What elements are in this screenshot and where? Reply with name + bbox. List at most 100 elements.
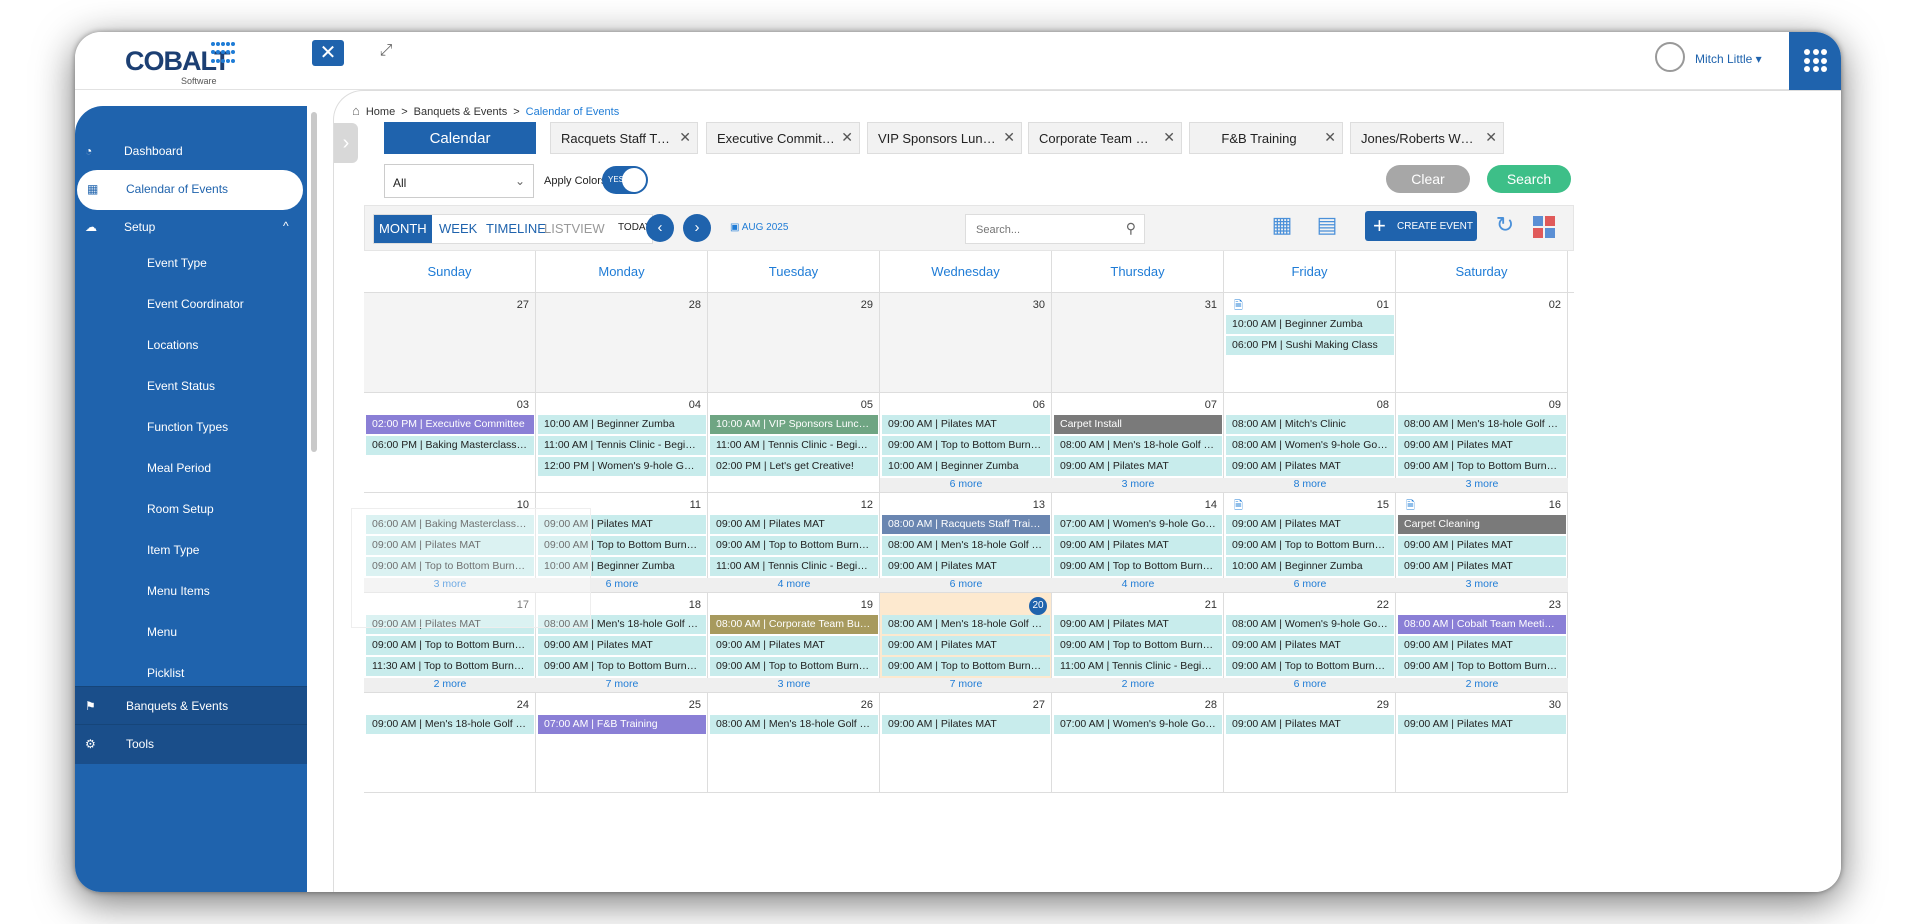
day-number[interactable]: 08: [1377, 399, 1389, 411]
sidebar-item-banquets-events[interactable]: ⚑ Banquets & Events: [75, 686, 307, 724]
more-events-link[interactable]: 6 more: [1224, 578, 1396, 592]
calendar-event[interactable]: 09:00 AM | Pilates MAT: [1226, 715, 1394, 734]
sidebar-item-menu-items[interactable]: Menu Items: [75, 572, 307, 612]
day-cell[interactable]: 04 10:00 AM | Beginner Zumba 11:00 AM | Te…: [536, 393, 708, 493]
calendar-event[interactable]: 09:00 AM | Pilates MAT: [1226, 515, 1394, 534]
day-number[interactable]: 25: [689, 699, 701, 711]
calendar-event[interactable]: 09:00 AM | Top to Bottom Burnout: [1226, 657, 1394, 676]
view-listview[interactable]: LISTVIEW: [544, 221, 605, 236]
calendar-event[interactable]: 09:00 AM | Top to Bottom Burnout: [882, 657, 1050, 676]
day-cell[interactable]: 06 09:00 AM | Pilates MAT 09:00 AM | Top t…: [880, 393, 1052, 493]
calendar-event[interactable]: 10:00 AM | Beginner Zumba: [882, 457, 1050, 476]
tab-calendar[interactable]: Calendar: [384, 122, 536, 154]
tab-fb-training[interactable]: F&B Training ✕: [1189, 122, 1343, 154]
sidebar-item-locations[interactable]: Locations: [75, 326, 307, 366]
more-events-link[interactable]: 6 more: [880, 578, 1052, 592]
more-events-link[interactable]: 4 more: [708, 578, 880, 592]
sidebar-item-item-type[interactable]: Item Type: [75, 531, 307, 571]
document-icon[interactable]: 🗎: [1406, 497, 1415, 516]
calendar-event[interactable]: 09:00 AM | Pilates MAT: [1226, 457, 1394, 476]
calendar-search[interactable]: ⚲: [965, 214, 1145, 244]
more-events-link[interactable]: 3 more: [1052, 478, 1224, 492]
day-number[interactable]: 10: [517, 499, 529, 511]
day-number[interactable]: 15: [1377, 499, 1389, 511]
sidebar-item-calendar-of-events[interactable]: ▦ Calendar of Events: [77, 170, 303, 210]
day-cell[interactable]: 28: [536, 293, 708, 393]
day-cell[interactable]: 26 08:00 AM | Men's 18-hole Golf To...: [708, 693, 880, 793]
calendar-event[interactable]: 02:00 PM | Executive Committee: [366, 415, 534, 434]
calendar-event[interactable]: 09:00 AM | Top to Bottom Burnout: [1398, 657, 1566, 676]
calendar-event[interactable]: 11:00 AM | Tennis Clinic - Beginn...: [1054, 657, 1222, 676]
calendar-event[interactable]: Carpet Cleaning: [1398, 515, 1566, 534]
calendar-event[interactable]: 08:00 AM | Men's 18-hole Golf To...: [1398, 415, 1566, 434]
day-number[interactable]: 27: [1033, 699, 1045, 711]
close-icon[interactable]: ✕: [1163, 129, 1175, 146]
day-cell[interactable]: 10 06:00 AM | Baking Masterclass S... 09:0…: [364, 493, 536, 593]
document-icon[interactable]: 🗎: [1234, 297, 1243, 316]
calendar-event[interactable]: 11:00 AM | Tennis Clinic - Beginn...: [710, 436, 878, 455]
tab-executive-committee[interactable]: Executive Committee ... ✕: [706, 122, 860, 154]
calendar-event[interactable]: 09:00 AM | Pilates MAT: [366, 536, 534, 555]
more-events-link[interactable]: 2 more: [364, 678, 536, 692]
calendar-event[interactable]: 09:00 AM | Top to Bottom Burnout: [710, 657, 878, 676]
calendar-event[interactable]: 09:00 AM | Pilates MAT: [1226, 636, 1394, 655]
day-cell[interactable]: 15 🗎 09:00 AM | Pilates MAT 09:00 AM | Top …: [1224, 493, 1396, 593]
day-cell[interactable]: 20 08:00 AM | Men's 18-hole Golf To... 09:…: [880, 593, 1052, 693]
view-week[interactable]: WEEK: [439, 221, 477, 236]
day-cell[interactable]: 07 Carpet Install 08:00 AM | Men's 18-hole…: [1052, 393, 1224, 493]
calendar-event[interactable]: 09:00 AM | Pilates MAT: [882, 557, 1050, 576]
day-cell[interactable]: 21 09:00 AM | Pilates MAT 09:00 AM | Top t…: [1052, 593, 1224, 693]
more-events-link[interactable]: 4 more: [1052, 578, 1224, 592]
calendar-event[interactable]: 09:00 AM | Pilates MAT: [366, 615, 534, 634]
day-number[interactable]: 21: [1205, 599, 1217, 611]
calendar-event[interactable]: 07:00 AM | Women's 9-hole Golf ...: [1054, 715, 1222, 734]
calendar-event[interactable]: 08:00 AM | Men's 18-hole Golf To...: [882, 615, 1050, 634]
day-cell[interactable]: 02: [1396, 293, 1568, 393]
calendar-event[interactable]: 09:00 AM | Men's 18-hole Golf To...: [366, 715, 534, 734]
sidebar-item-event-type[interactable]: Event Type: [75, 244, 307, 284]
calendar-event[interactable]: 06:00 AM | Baking Masterclass S...: [366, 515, 534, 534]
calendar-event[interactable]: 08:00 AM | Men's 18-hole Golf To...: [882, 536, 1050, 555]
calendar-event[interactable]: 11:00 AM | Tennis Clinic - Beginn...: [710, 557, 878, 576]
calendar-event[interactable]: 06:00 PM | Sushi Making Class: [1226, 336, 1394, 355]
day-cell[interactable]: 30 09:00 AM | Pilates MAT: [1396, 693, 1568, 793]
calendar-event[interactable]: 12:00 PM | Women's 9-hole Golf ...: [538, 457, 706, 476]
sidebar-item-menu[interactable]: Menu: [75, 613, 307, 653]
day-cell[interactable]: 09 08:00 AM | Men's 18-hole Golf To... 09:…: [1396, 393, 1568, 493]
day-cell[interactable]: 22 08:00 AM | Women's 9-hole Golf ... 09:0…: [1224, 593, 1396, 693]
day-number[interactable]: 30: [1033, 299, 1045, 311]
calendar-event[interactable]: 09:00 AM | Top to Bottom Burnout: [1054, 557, 1222, 576]
more-events-link[interactable]: 2 more: [1052, 678, 1224, 692]
day-number[interactable]: 28: [1205, 699, 1217, 711]
tab-corporate-team-building[interactable]: Corporate Team Buildi... ✕: [1028, 122, 1182, 154]
close-icon[interactable]: ✕: [841, 129, 853, 146]
day-number[interactable]: 07: [1205, 399, 1217, 411]
tab-vip-sponsors-luncheon[interactable]: VIP Sponsors Luncheon ✕: [867, 122, 1022, 154]
day-number[interactable]: 29: [861, 299, 873, 311]
calendar-event[interactable]: 09:00 AM | Pilates MAT: [538, 515, 706, 534]
day-cell[interactable]: 29 09:00 AM | Pilates MAT: [1224, 693, 1396, 793]
day-number[interactable]: 17: [517, 599, 529, 611]
day-number[interactable]: 28: [689, 299, 701, 311]
close-icon[interactable]: ✕: [1485, 129, 1497, 146]
day-cell[interactable]: 13 08:00 AM | Racquets Staff Training 08:0…: [880, 493, 1052, 593]
day-number[interactable]: 11: [690, 499, 701, 511]
calendar-event[interactable]: 09:00 AM | Pilates MAT: [1054, 457, 1222, 476]
calendar-event[interactable]: 10:00 AM | Beginner Zumba: [1226, 557, 1394, 576]
sidebar-item-dashboard[interactable]: ◔ Dashboard: [75, 132, 307, 172]
calendar-event[interactable]: 09:00 AM | Top to Bottom Burnout: [538, 657, 706, 676]
calendar-event[interactable]: 08:00 AM | Mitch's Clinic: [1226, 415, 1394, 434]
day-number[interactable]: 18: [689, 599, 701, 611]
day-cell[interactable]: 25 07:00 AM | F&B Training: [536, 693, 708, 793]
day-number[interactable]: 19: [861, 599, 873, 611]
calendar-event[interactable]: 09:00 AM | Pilates MAT: [1054, 615, 1222, 634]
day-cell[interactable]: 16 🗎 Carpet Cleaning 09:00 AM | Pilates MAT…: [1396, 493, 1568, 593]
more-events-link[interactable]: 6 more: [536, 578, 708, 592]
clear-button[interactable]: Clear: [1386, 165, 1470, 193]
calendar-event[interactable]: 09:00 AM | Top to Bottom Burnout: [710, 536, 878, 555]
breadcrumb-home[interactable]: Home: [366, 106, 395, 118]
calendar-event[interactable]: 07:00 AM | F&B Training: [538, 715, 706, 734]
close-menu-button[interactable]: ✕: [312, 40, 344, 66]
day-cell[interactable]: 01 🗎 10:00 AM | Beginner Zumba 06:00 PM | S…: [1224, 293, 1396, 393]
day-number[interactable]: 24: [517, 699, 529, 711]
